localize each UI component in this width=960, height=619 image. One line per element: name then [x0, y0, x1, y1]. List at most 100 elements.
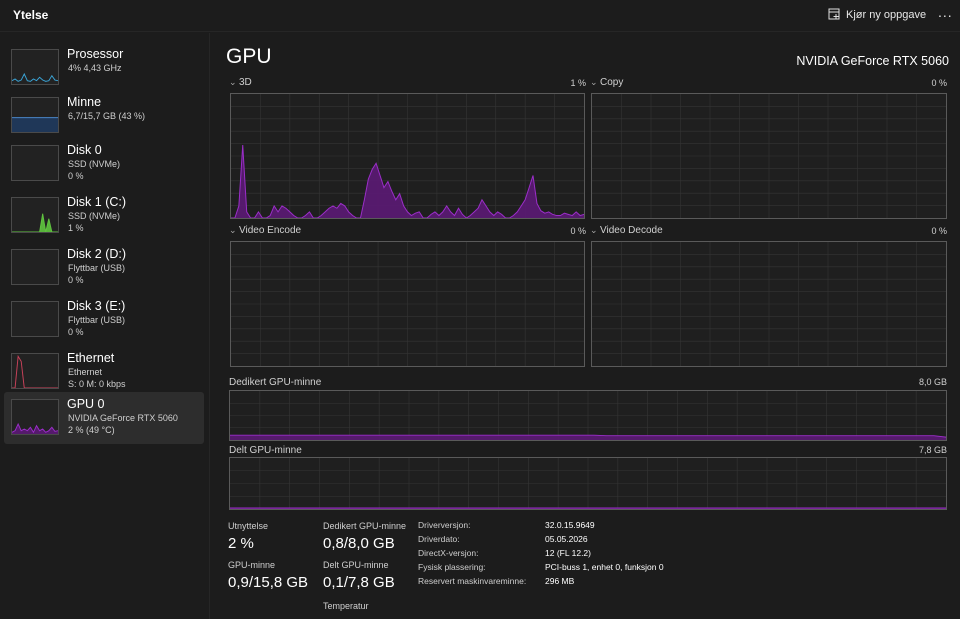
reserved-memory-label: Reservert maskinvareminne: — [418, 576, 527, 586]
graph-video-decode — [591, 241, 947, 367]
sidebar-item-detail: 4% 4,43 GHz — [68, 63, 122, 73]
utilization-value: 2 % — [228, 535, 254, 552]
sidebar-item-disk-3[interactable]: Disk 3 (E:) Flyttbar (USB) 0 % — [4, 294, 204, 346]
sidebar-item-usage: 2 % (49 °C) — [68, 425, 115, 435]
sidebar-item-detail: SSD (NVMe) — [68, 211, 121, 221]
graph-area — [12, 117, 58, 132]
engine-value-video-decode: 0 % — [931, 226, 947, 236]
graph-grid — [230, 391, 946, 440]
gpu-details-panel: GPU NVIDIA GeForce RTX 5060 ⌄ 3D 1 % ⌄ Cop… — [211, 33, 960, 619]
sidebar: Prosessor 4% 4,43 GHz Minne 6,7/15,7 GB … — [0, 33, 210, 619]
temperature-label: Temperatur — [323, 601, 369, 611]
disk-3-thumbnail — [11, 301, 59, 337]
engine-selector-video-encode[interactable]: ⌄ Video Encode — [229, 225, 301, 236]
top-bar: Ytelse Kjør ny oppgave ... — [0, 0, 960, 32]
sidebar-item-label: Disk 0 — [67, 143, 102, 157]
disk-0-thumbnail — [11, 145, 59, 181]
directx-label: DirectX-versjon: — [418, 548, 479, 558]
graph-3d — [230, 93, 585, 219]
sidebar-item-detail: 6,7/15,7 GB (43 %) — [68, 111, 146, 121]
memory-thumbnail — [11, 97, 59, 133]
page-title: Ytelse — [13, 8, 49, 22]
gpu-memory-label: GPU-minne — [228, 560, 276, 570]
run-task-label: Kjør ny oppgave — [846, 9, 927, 21]
sidebar-item-label: Minne — [67, 95, 102, 109]
graph-dedicated-memory — [229, 390, 947, 441]
sidebar-item-disk-2[interactable]: Disk 2 (D:) Flyttbar (USB) 0 % — [4, 242, 204, 294]
graph-line — [12, 354, 58, 388]
engine-value-3d: 1 % — [570, 78, 586, 88]
gpu-model-name: NVIDIA GeForce RTX 5060 — [796, 54, 949, 68]
graph-grid — [230, 458, 946, 509]
chevron-down-icon: ⌄ — [229, 77, 237, 87]
driver-version-value: 32.0.15.9649 — [545, 520, 595, 530]
sidebar-item-detail: NVIDIA GeForce RTX 5060 — [68, 413, 178, 423]
disk-2-thumbnail — [11, 249, 59, 285]
graph-grid — [592, 242, 946, 366]
sidebar-item-label: Disk 3 (E:) — [67, 299, 126, 313]
graph-grid — [231, 242, 584, 366]
sidebar-item-processor[interactable]: Prosessor 4% 4,43 GHz — [4, 42, 204, 94]
engine-value-video-encode: 0 % — [570, 226, 586, 236]
driver-date-label: Driverdato: — [418, 534, 460, 544]
reserved-memory-value: 296 MB — [545, 576, 575, 586]
sidebar-item-usage: 0 % — [68, 171, 84, 181]
sidebar-item-detail: Ethernet — [68, 367, 103, 377]
engine-label: Video Encode — [239, 225, 302, 236]
sidebar-item-detail: SSD (NVMe) — [68, 159, 121, 169]
driver-version-label: Driverversjon: — [418, 520, 471, 530]
graph-shared-memory — [229, 457, 947, 510]
sidebar-item-ethernet[interactable]: Ethernet Ethernet S: 0 M: 0 kbps — [4, 346, 204, 398]
utilization-label: Utnyttelse — [228, 521, 269, 531]
engine-label: Copy — [600, 77, 624, 88]
more-options-icon[interactable]: ... — [938, 4, 953, 20]
shared-memory-total: 7,8 GB — [918, 445, 947, 455]
sidebar-item-label: Ethernet — [67, 351, 115, 365]
processor-thumbnail — [11, 49, 59, 85]
sidebar-item-usage: S: 0 M: 0 kbps — [68, 379, 126, 389]
sidebar-item-label: Prosessor — [67, 47, 124, 61]
engine-selector-video-decode[interactable]: ⌄ Video Decode — [590, 225, 663, 236]
shared-memory-stat-label: Delt GPU-minne — [323, 560, 389, 570]
physical-location-value: PCI-buss 1, enhet 0, funksjon 0 — [545, 562, 664, 572]
engine-label: Video Decode — [600, 225, 663, 236]
dedicated-memory-total: 8,0 GB — [918, 377, 947, 387]
shared-memory-stat-value: 0,1/7,8 GB — [323, 574, 395, 591]
gpu-heading: GPU — [226, 45, 272, 68]
sidebar-item-disk-1[interactable]: Disk 1 (C:) SSD (NVMe) 1 % — [4, 190, 204, 242]
gpu-memory-value: 0,9/15,8 GB — [228, 574, 309, 591]
sidebar-item-label: Disk 1 (C:) — [67, 195, 127, 209]
sidebar-item-detail: Flyttbar (USB) — [68, 263, 126, 273]
graph-line — [12, 213, 58, 232]
sidebar-item-detail: Flyttbar (USB) — [68, 315, 126, 325]
gpu-0-thumbnail — [11, 399, 59, 435]
chevron-down-icon: ⌄ — [590, 77, 598, 87]
graph-grid — [592, 94, 946, 218]
sidebar-item-gpu-0[interactable]: GPU 0 NVIDIA GeForce RTX 5060 2 % (49 °C… — [4, 392, 204, 444]
graph-video-encode — [230, 241, 585, 367]
sidebar-item-disk-0[interactable]: Disk 0 SSD (NVMe) 0 % — [4, 138, 204, 190]
dedicated-memory-label: Dedikert GPU-minne — [229, 377, 322, 388]
run-new-task-button[interactable]: Kjør ny oppgave — [828, 5, 926, 25]
chevron-down-icon: ⌄ — [229, 225, 237, 235]
driver-date-value: 05.05.2026 — [545, 534, 588, 544]
engine-selector-3d[interactable]: ⌄ 3D — [229, 77, 252, 88]
chevron-down-icon: ⌄ — [590, 225, 598, 235]
ethernet-thumbnail — [11, 353, 59, 389]
sidebar-item-label: Disk 2 (D:) — [67, 247, 127, 261]
sidebar-item-usage: 0 % — [68, 275, 84, 285]
engine-selector-copy[interactable]: ⌄ Copy — [590, 77, 623, 88]
sidebar-item-usage: 1 % — [68, 223, 84, 233]
directx-value: 12 (FL 12.2) — [545, 548, 591, 558]
disk-1-thumbnail — [11, 197, 59, 233]
graph-line — [12, 72, 58, 82]
engine-label: 3D — [239, 77, 252, 88]
sidebar-item-usage: 0 % — [68, 327, 84, 337]
run-task-icon — [828, 8, 840, 23]
sidebar-item-memory[interactable]: Minne 6,7/15,7 GB (43 %) — [4, 90, 204, 142]
dedicated-memory-stat-value: 0,8/8,0 GB — [323, 535, 395, 552]
sidebar-item-label: GPU 0 — [67, 397, 105, 411]
engine-value-copy: 0 % — [931, 78, 947, 88]
physical-location-label: Fysisk plassering: — [418, 562, 486, 572]
graph-copy — [591, 93, 947, 219]
